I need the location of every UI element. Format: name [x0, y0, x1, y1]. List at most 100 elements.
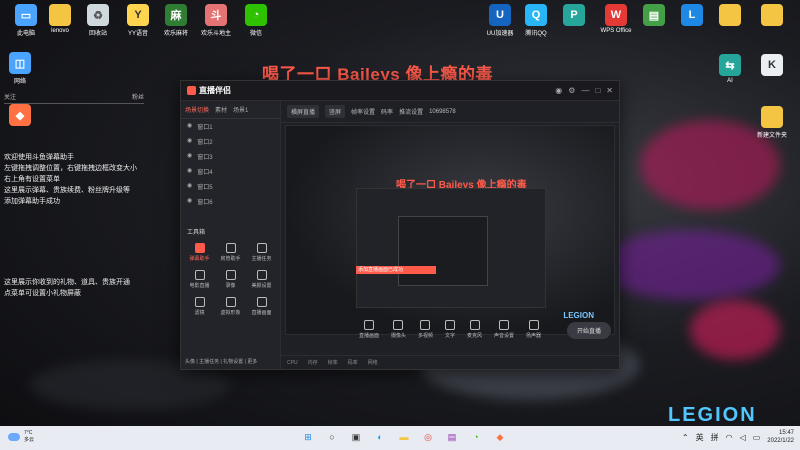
tab-landscape[interactable]: 横屏直播: [287, 105, 320, 118]
gift-line: 点菜单可设置小礼物屏蔽: [4, 290, 81, 297]
l-icon: L: [681, 4, 703, 26]
screen-icon: [363, 319, 374, 330]
maximize-icon[interactable]: □: [595, 86, 600, 95]
folder-icon: [719, 4, 741, 26]
desktop-icon-new-folder[interactable]: 新建文件夹: [748, 106, 796, 139]
desktop-icon-wechat[interactable]: ◔ 微信: [232, 4, 280, 37]
add-multi-video-button[interactable]: 多视频: [418, 319, 433, 339]
tool-danmu-helper[interactable]: 弹幕助手: [185, 240, 214, 265]
preview-info[interactable]: 码率: [381, 107, 393, 116]
task-icon: [256, 243, 267, 253]
speaker-button[interactable]: 扬声器: [526, 319, 541, 339]
tab-material[interactable]: 素材: [215, 105, 227, 114]
language-indicator[interactable]: 英: [696, 432, 704, 443]
chevron-up-icon[interactable]: ⌃: [682, 433, 689, 442]
preview-info[interactable]: 推流设置: [399, 107, 423, 116]
windows-start-icon[interactable]: ⊞: [300, 429, 316, 445]
gift-line: 这里展示你收到的礼物、道具、贵族开通: [4, 279, 130, 286]
room-id: 10698578: [429, 108, 456, 115]
live-companion-window[interactable]: 直播伴侣 ◉ ⚙ — □ ✕ 场景切换 素材 场景1 ◉ 窗口1 ◉ 窗口2 ◉ 窗口…: [180, 80, 620, 370]
store-icon[interactable]: ▤: [444, 429, 460, 445]
live-companion-icon[interactable]: ◆: [492, 429, 508, 445]
netease-music-icon[interactable]: ◎: [420, 429, 436, 445]
wechat-icon[interactable]: ◔: [468, 429, 484, 445]
edge-icon[interactable]: ◐: [372, 429, 388, 445]
microphone-icon: [469, 319, 480, 330]
desktop-icon-pb[interactable]: P: [550, 4, 598, 28]
close-icon[interactable]: ✕: [606, 86, 613, 95]
tool-beauty[interactable]: 美颜设置: [247, 267, 276, 292]
start-live-button[interactable]: 开始直播: [566, 322, 611, 339]
desktop-icon-ai[interactable]: ⇆ AI: [706, 54, 754, 84]
folder-icon: [761, 4, 783, 26]
minimize-icon[interactable]: —: [581, 86, 589, 95]
eye-icon[interactable]: ◉: [187, 137, 192, 146]
tool-record[interactable]: 录像: [216, 267, 245, 292]
scene-item[interactable]: ◉ 窗口1: [181, 119, 280, 134]
gift-message-list: 这里展示你收到的礼物、道具、贵族开通 点菜单可设置小礼物屏蔽: [4, 277, 144, 299]
wallpaper-legion-logo: LEGION: [668, 404, 757, 426]
preview-info[interactable]: 帧率设置: [351, 107, 375, 116]
volume-icon[interactable]: ◁: [740, 433, 746, 442]
avatar-icon: [225, 297, 236, 307]
live-preview[interactable]: 喝了一口 Baileys 像上瘾的毒 添加直播画面已成功 LEGION: [285, 125, 615, 335]
danmu-icon: [194, 243, 205, 253]
weather-widget[interactable]: 7°C 多云: [8, 430, 34, 444]
eye-icon[interactable]: ◉: [187, 122, 192, 131]
wallpaper-splash: [690, 300, 780, 360]
toolbox-title: 工具箱: [187, 230, 206, 236]
status-fps: 帧率: [327, 360, 338, 366]
sound-settings-button[interactable]: 声音设置: [494, 319, 514, 339]
scene-panel: 场景切换 素材 场景1 ◉ 窗口1 ◉ 窗口2 ◉ 窗口3 ◉ 窗口4 ◉ 窗口5 ◉ 窗口…: [181, 101, 281, 369]
ime-indicator[interactable]: 拼: [711, 432, 719, 443]
tab-scene-switch[interactable]: 场景切换: [185, 105, 209, 114]
settings-icon[interactable]: ⚙: [568, 86, 575, 95]
add-screen-button[interactable]: 直播画面: [359, 319, 379, 339]
eye-icon[interactable]: ◉: [187, 152, 192, 161]
filter-icon: [194, 297, 205, 307]
sound-icon: [499, 319, 510, 330]
wifi-icon[interactable]: ◠: [726, 433, 733, 442]
danmu-line: 欢迎使用斗鱼弹幕助手: [4, 154, 74, 161]
battery-icon[interactable]: ▭: [753, 433, 761, 442]
clock-time: 15:47: [778, 430, 794, 436]
app-titlebar[interactable]: 直播伴侣 ◉ ⚙ — □ ✕: [181, 81, 619, 101]
tool-avatar[interactable]: 虚拟形象: [216, 294, 245, 319]
tool-filter[interactable]: 滤镜: [185, 294, 214, 319]
danmu-line: 左键拖拽调整位置，右键拖拽边框改变大小: [4, 165, 137, 172]
clock[interactable]: 15:47 2022/1/22: [767, 429, 794, 445]
tool-movie[interactable]: 电影直播: [185, 267, 214, 292]
add-camera-button[interactable]: 摄像头: [391, 319, 406, 339]
scene-item[interactable]: ◉ 窗口4: [181, 164, 280, 179]
tool-streamer-task[interactable]: 主播任务: [247, 240, 276, 265]
danmu-helper-widget[interactable]: 关注 粉丝 欢迎使用斗鱼弹幕助手 左键拖拽调整位置，右键拖拽边框改变大小 右上角…: [4, 86, 144, 299]
tab-portrait[interactable]: 竖屏: [325, 105, 346, 118]
tool-room-admin[interactable]: 房管助手: [216, 240, 245, 265]
danmu-message-list: 欢迎使用斗鱼弹幕助手 左键拖拽调整位置，右键拖拽边框改变大小 右上角有设置菜单 …: [4, 152, 144, 207]
microphone-button[interactable]: 麦克风: [467, 319, 482, 339]
tab-follow[interactable]: 关注: [4, 92, 16, 101]
avatar-icon[interactable]: ◉: [555, 86, 562, 95]
scene-item[interactable]: ◉ 窗口6: [181, 194, 280, 209]
eye-icon[interactable]: ◉: [187, 167, 192, 176]
search-icon[interactable]: ○: [324, 429, 340, 445]
scene-item[interactable]: ◉ 窗口2: [181, 134, 280, 149]
tab-scene-1[interactable]: 场景1: [233, 105, 248, 114]
eye-icon[interactable]: ◉: [187, 197, 192, 206]
eye-icon[interactable]: ◉: [187, 182, 192, 191]
desktop-icon-k[interactable]: K: [748, 54, 796, 78]
scene-item[interactable]: ◉ 窗口5: [181, 179, 280, 194]
wps-icon: W: [605, 4, 627, 26]
camera-icon: [393, 319, 404, 330]
explorer-icon[interactable]: ▬: [396, 429, 412, 445]
desktop-icon-folder[interactable]: [706, 4, 754, 28]
add-text-button[interactable]: 文字: [444, 319, 455, 339]
network-icon: ◫: [9, 52, 31, 74]
tab-fans[interactable]: 粉丝: [132, 92, 144, 101]
task-view-icon[interactable]: ▣: [348, 429, 364, 445]
desktop-icon-network[interactable]: ◫ 网络: [0, 52, 44, 85]
scene-item[interactable]: ◉ 窗口3: [181, 149, 280, 164]
desktop-icon-folder-2[interactable]: [748, 4, 796, 28]
tool-live-screen[interactable]: 直播画面: [247, 294, 276, 319]
danmu-line: 右上角有设置菜单: [4, 176, 60, 183]
